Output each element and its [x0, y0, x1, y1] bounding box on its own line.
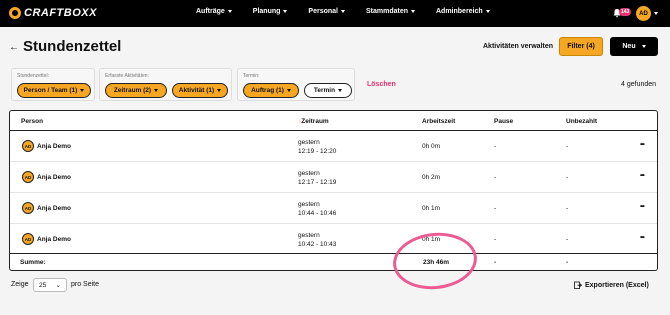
pause-cell: - [494, 143, 497, 150]
manage-activities-button[interactable]: Aktivitäten verwalten [483, 43, 553, 50]
zeitraum-cell: gestern 10:42 - 10:43 [298, 232, 337, 248]
pause-cell: - [494, 205, 497, 212]
arbeitszeit-cell: 0h 2m [422, 174, 441, 181]
unbezahlt-cell: - [566, 205, 569, 212]
person-avatar: AD [22, 233, 34, 245]
chevron-down-icon: ⌄ [55, 282, 61, 289]
person-avatar: AD [22, 140, 34, 152]
filter-group-label: Erfasste Aktivitäten: [105, 73, 149, 79]
nav-item-adminbereich[interactable]: Adminbereich [436, 8, 490, 15]
logo[interactable]: CRAFTBOXX [9, 7, 97, 19]
caret-down-icon [485, 10, 490, 13]
table-row[interactable]: AD Anja Demo gestern 10:42 - 10:43 0h 1m … [10, 224, 657, 255]
person-name: Anja Demo [37, 205, 71, 212]
caret-down-icon [283, 10, 288, 13]
caret-down-icon [411, 10, 415, 13]
arbeitszeit-cell: 0h 0m [422, 143, 441, 150]
person-name: Anja Demo [37, 236, 71, 243]
unbezahlt-cell: - [566, 236, 569, 243]
person-avatar: AD [22, 171, 34, 183]
filter-chip-person-team[interactable]: Person / Team (1) [17, 83, 91, 98]
caret-down-icon [217, 89, 222, 92]
nav-item-planung[interactable]: Planung [253, 8, 288, 15]
zeitraum-cell: gestern 12:17 - 12:19 [298, 170, 337, 186]
nav-item-stammdaten[interactable]: Stammdaten [366, 8, 415, 15]
clear-filters-link[interactable]: Löschen [367, 81, 396, 88]
table-row[interactable]: AD Anja Demo gestern 10:44 - 10:46 0h 1m … [10, 193, 657, 224]
summary-label: Summe: [20, 259, 46, 266]
chevron-down-icon[interactable] [654, 12, 658, 15]
logo-icon [9, 7, 21, 19]
summary-divider [10, 253, 657, 254]
caret-down-icon [80, 89, 85, 92]
arbeitszeit-cell: 0h 1m [422, 205, 441, 212]
new-button[interactable]: Neu [610, 37, 658, 56]
summary-unbezahlt: - [566, 259, 569, 266]
caret-down-icon [641, 45, 646, 48]
filter-chip-termin[interactable]: Termin [304, 83, 352, 98]
back-arrow-icon[interactable]: ← [9, 42, 19, 53]
caret-down-icon [154, 89, 159, 92]
per-page-label: pro Seite [71, 281, 100, 288]
person-name: Anja Demo [37, 174, 71, 181]
filter-chip-zeitraum[interactable]: Zeitraum (2) [105, 83, 167, 98]
pause-cell: - [494, 174, 497, 181]
table-row[interactable]: AD Anja Demo gestern 12:17 - 12:19 0h 2m … [10, 162, 657, 193]
filter-group-aktivitaeten: Erfasste Aktivitäten: Zeitraum (2) Aktiv… [99, 68, 232, 101]
filter-chip-auftrag[interactable]: Auftrag (1) [243, 83, 299, 98]
caret-down-icon [286, 89, 291, 92]
caret-down-icon [338, 89, 343, 92]
table-row[interactable]: AD Anja Demo gestern 12:19 - 12:20 0h 0m … [10, 131, 657, 162]
user-avatar[interactable]: AD [636, 6, 651, 21]
result-count: 4 gefunden [621, 81, 657, 88]
zeitraum-cell: gestern 10:44 - 10:46 [298, 201, 337, 217]
top-navbar: CRAFTBOXX Aufträge Planung Personal Stam… [0, 0, 670, 27]
filter-group-label: Termin: [243, 73, 260, 79]
logo-text: CRAFTBOXX [24, 7, 97, 19]
nav-item-auftraege[interactable]: Aufträge [196, 8, 232, 15]
filter-group-label: Stundenzettel: [17, 73, 49, 79]
column-header-pause[interactable]: Pause [494, 118, 513, 125]
caret-down-icon [340, 10, 345, 13]
export-icon [574, 281, 582, 289]
column-header-person[interactable]: Person [21, 118, 43, 125]
nav-item-personal[interactable]: Personal [308, 8, 345, 15]
more-options-icon[interactable]: ••• [640, 172, 645, 179]
more-options-icon[interactable]: ••• [640, 234, 645, 241]
zeitraum-cell: gestern 12:19 - 12:20 [298, 139, 337, 155]
person-avatar: AD [22, 202, 34, 214]
unbezahlt-cell: - [566, 143, 569, 150]
column-header-unbezahlt[interactable]: Unbezahlt [566, 118, 597, 125]
pause-cell: - [494, 236, 497, 243]
page-size-select[interactable]: 25 ⌄ [33, 278, 67, 292]
more-options-icon[interactable]: ••• [640, 141, 645, 148]
main-nav: Aufträge Planung Personal Stammdaten Adm… [196, 8, 511, 15]
notification-badge: 143 [619, 8, 632, 16]
filter-chip-aktivitaet[interactable]: Aktivität (1) [172, 83, 228, 98]
column-header-arbeitszeit[interactable]: Arbeitszeit [422, 118, 455, 125]
page-title: Stundenzettel [23, 38, 122, 55]
column-header-zeitraum[interactable]: ↑Zeitraum [298, 118, 329, 125]
caret-down-icon [227, 10, 232, 13]
more-options-icon[interactable]: ••• [640, 203, 645, 210]
export-excel-button[interactable]: Exportieren (Excel) [574, 281, 649, 289]
filter-group-stundenzettel: Stundenzettel: Person / Team (1) [11, 68, 95, 101]
unbezahlt-cell: - [566, 174, 569, 181]
summary-pause: - [494, 259, 497, 266]
filter-button[interactable]: Filter (4) [559, 37, 603, 56]
person-name: Anja Demo [37, 143, 71, 150]
filter-group-termin: Termin: Auftrag (1) Termin [237, 68, 355, 101]
show-label: Zeige [11, 281, 29, 288]
timesheet-table: Person ↑Zeitraum Arbeitszeit Pause Unbez… [9, 110, 658, 271]
